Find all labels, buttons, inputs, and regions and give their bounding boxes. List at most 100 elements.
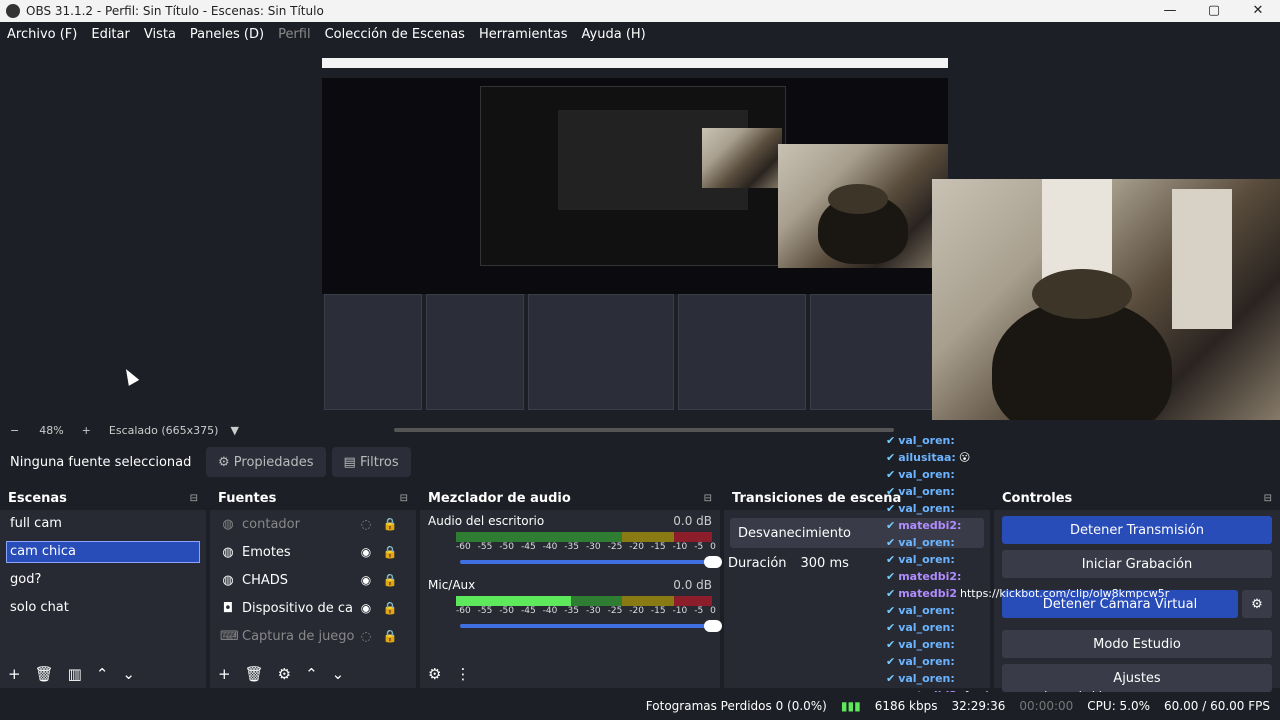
preview-canvas[interactable] — [322, 58, 948, 410]
source-item[interactable]: ◍ Emotes ◉ 🔒 — [210, 538, 416, 566]
move-down-icon[interactable]: ⌄ — [122, 665, 135, 683]
sources-dock: Fuentes ⊟ ◍ contador ◌ 🔒 ◍ Emotes ◉ 🔒 ◍ CHADS ◉ 🔒 … — [210, 486, 416, 688]
volume-meter — [456, 596, 712, 606]
preview-scrollbar[interactable] — [394, 428, 894, 432]
bitrate: 6186 kbps — [874, 699, 938, 713]
lock-icon[interactable]: 🔒 — [378, 629, 402, 643]
lock-icon[interactable]: 🔒 — [378, 573, 402, 587]
gear-icon[interactable]: ⚙ — [278, 665, 291, 683]
browser-icon: ◍ — [222, 572, 234, 588]
chat-line: ✔ val_oren: — [886, 636, 1086, 653]
menu-ayuda[interactable]: Ayuda (H) — [575, 27, 653, 42]
preview-area[interactable] — [0, 46, 1280, 426]
dock-float-icon[interactable]: ⊟ — [704, 493, 712, 504]
source-item[interactable]: ◍ CHADS ◉ 🔒 — [210, 566, 416, 594]
minimize-button[interactable]: — — [1148, 0, 1192, 22]
virtual-camera-settings-icon[interactable]: ⚙ — [1242, 590, 1272, 618]
window-controls: — ▢ ✕ — [1148, 0, 1280, 22]
volume-slider[interactable] — [460, 620, 722, 632]
menu-perfil[interactable]: Perfil — [271, 27, 318, 42]
chat-username: val_oren: — [898, 655, 955, 668]
mixer-settings-icon[interactable]: ⚙ — [428, 665, 441, 683]
status-bar: Fotogramas Perdidos 0 (0.0%) ▮▮▮ 6186 kb… — [0, 692, 1280, 720]
move-down-icon[interactable]: ⌄ — [332, 665, 345, 683]
volume-slider[interactable] — [460, 556, 722, 568]
menu-herramientas[interactable]: Herramientas — [472, 27, 575, 42]
dock-float-icon[interactable]: ⊟ — [400, 493, 408, 504]
badge-icon: ✔ — [886, 451, 896, 464]
eye-icon[interactable]: ◉ — [354, 573, 378, 587]
chat-username: val_oren: — [898, 434, 955, 447]
badge-icon: ✔ — [886, 587, 896, 600]
title-bar: OBS 31.1.2 - Perfil: Sin Título - Escena… — [0, 0, 1280, 22]
source-item[interactable]: ⌨ Captura de juego ◌ 🔒 — [210, 622, 416, 650]
menu-paneles[interactable]: Paneles (D) — [183, 27, 271, 42]
badge-icon: ✔ — [886, 570, 896, 583]
lock-icon[interactable]: 🔒 — [378, 601, 402, 615]
eye-hidden-icon[interactable]: ◌ — [354, 517, 378, 531]
chat-line: ✔ val_oren: — [886, 670, 1086, 687]
trash-icon[interactable]: 🗑 — [35, 665, 54, 683]
more-options-icon[interactable]: ⋮ — [455, 665, 470, 683]
cpu-usage: CPU: 5.0% — [1087, 699, 1151, 713]
chat-line: ✔ val_oren: — [886, 602, 1086, 619]
badge-icon: ✔ — [886, 553, 896, 566]
move-up-icon[interactable]: ⌃ — [305, 665, 318, 683]
chat-line: ✔ matedbi2: — [886, 568, 1086, 585]
close-button[interactable]: ✕ — [1236, 0, 1280, 22]
chat-username: matedbi2: — [898, 519, 962, 532]
menu-editar[interactable]: Editar — [84, 27, 137, 42]
menu-vista[interactable]: Vista — [137, 27, 183, 42]
trash-icon[interactable]: 🗑 — [245, 665, 264, 683]
duration-input[interactable]: 300 ms — [801, 556, 849, 571]
scenes-dock: Escenas ⊟ full cam cam chica god? solo ch… — [0, 486, 206, 688]
chat-line: ✔ val_oren: — [886, 432, 1086, 449]
badge-icon: ✔ — [886, 434, 896, 447]
badge-icon: ✔ — [886, 638, 896, 651]
chat-line: ✔ val_oren: — [886, 466, 1086, 483]
scene-filter-icon[interactable]: ▥ — [68, 665, 82, 683]
scene-item-selected[interactable]: cam chica — [6, 541, 200, 563]
zoom-out-button[interactable]: − — [10, 424, 19, 437]
scenes-title: Escenas — [8, 490, 67, 506]
source-item[interactable]: ◍ contador ◌ 🔒 — [210, 510, 416, 538]
filters-button[interactable]: ▤ Filtros — [331, 447, 411, 477]
meter-ticks: -60 -55 -50 -45 -40 -35 -30 -25 -20 -15 -10 -5 0 — [456, 606, 716, 616]
chat-line: ✔ val_oren: — [886, 534, 1086, 551]
add-icon[interactable]: + — [218, 665, 231, 683]
chat-username: val_oren: — [898, 468, 955, 481]
chat-line: ✔ val_oren: — [886, 483, 1086, 500]
dock-float-icon[interactable]: ⊟ — [1264, 493, 1272, 504]
lock-icon[interactable]: 🔒 — [378, 545, 402, 559]
add-icon[interactable]: + — [8, 665, 21, 683]
move-up-icon[interactable]: ⌃ — [96, 665, 109, 683]
menu-coleccion-escenas[interactable]: Colección de Escenas — [318, 27, 472, 42]
source-item[interactable]: ◘ Dispositivo de capt ◉ 🔒 — [210, 594, 416, 622]
gear-icon: ⚙ — [218, 454, 230, 470]
chat-line: ✔ matedbi2 https://kickbot.com/clip/olw8km… — [886, 585, 1169, 602]
eye-icon[interactable]: ◉ — [354, 601, 378, 615]
menu-archivo[interactable]: Archivo (F) — [0, 27, 84, 42]
mixer-channel: Mic/Aux 0.0 dB -60 -55 -50 -45 -40 -35 -30 -25 -2… — [420, 574, 722, 632]
chat-username: val_oren: — [898, 485, 955, 498]
dock-float-icon[interactable]: ⊟ — [190, 493, 198, 504]
maximize-button[interactable]: ▢ — [1192, 0, 1236, 22]
scale-dropdown-icon[interactable]: ▼ — [230, 424, 238, 437]
eye-icon[interactable]: ◉ — [354, 545, 378, 559]
chat-username: matedbi2: — [898, 570, 962, 583]
zoom-value: 48% — [39, 423, 64, 437]
properties-button[interactable]: ⚙ Propiedades — [206, 447, 326, 477]
chat-username: matedbi2 — [898, 587, 957, 600]
zoom-in-button[interactable]: + — [82, 424, 91, 437]
scene-item[interactable]: solo chat — [0, 594, 206, 622]
badge-icon: ✔ — [886, 621, 896, 634]
scene-item[interactable]: full cam — [0, 510, 206, 538]
chat-username: val_oren: — [898, 604, 955, 617]
eye-hidden-icon[interactable]: ◌ — [354, 629, 378, 643]
channel-db: 0.0 dB — [673, 578, 712, 592]
lock-icon[interactable]: 🔒 — [378, 517, 402, 531]
mouse-cursor-icon — [120, 366, 140, 386]
scene-item[interactable]: god? — [0, 566, 206, 594]
chat-username: val_oren: — [898, 621, 955, 634]
sources-title: Fuentes — [218, 490, 277, 506]
